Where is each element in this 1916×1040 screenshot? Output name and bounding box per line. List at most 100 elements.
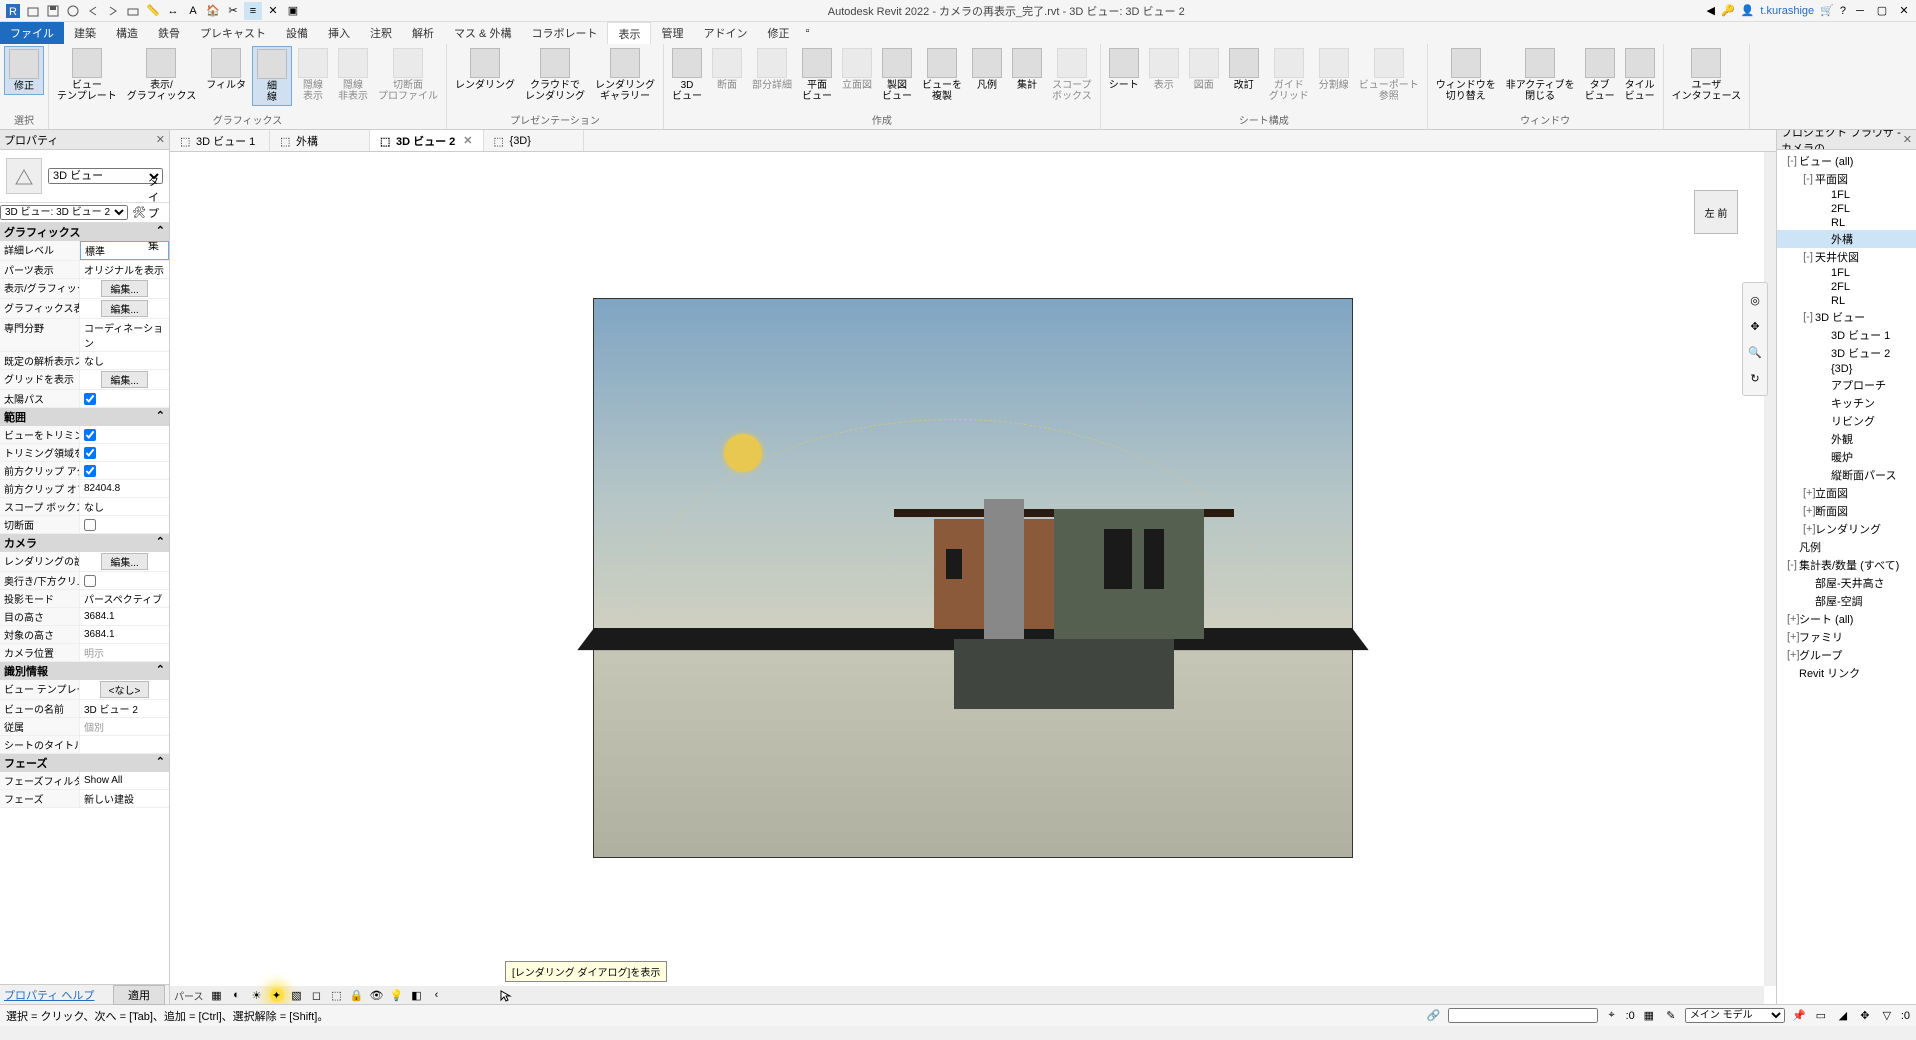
tab-挿入[interactable]: 挿入 (318, 22, 360, 44)
tree-toggle[interactable]: [-] (1803, 173, 1813, 185)
sync-icon[interactable] (64, 2, 82, 20)
back-icon[interactable]: ◀ (1706, 4, 1714, 17)
sun-settings-icon[interactable]: ☀ (250, 988, 264, 1002)
tab-解析[interactable]: 解析 (402, 22, 444, 44)
ribbon-レンダリング[interactable]: レンダリング (451, 46, 519, 93)
tree-node-3D ビュー 1[interactable]: 3D ビュー 1 (1777, 326, 1916, 344)
tree-node-Revit リンク[interactable]: Revit リンク (1777, 664, 1916, 682)
tree-toggle[interactable]: [+] (1803, 523, 1813, 535)
prop-value[interactable]: 3D ビュー 2 (80, 700, 169, 717)
tree-node-キッチン[interactable]: キッチン (1777, 394, 1916, 412)
ribbon-シート[interactable]: シート (1105, 46, 1143, 93)
tree-toggle[interactable]: [-] (1787, 559, 1797, 571)
type-thumbnail-icon[interactable] (6, 158, 42, 194)
user-name[interactable]: t.kurashige (1760, 5, 1814, 17)
worksets-icon[interactable]: ▦ (1641, 1008, 1657, 1024)
tab-構造[interactable]: 構造 (106, 22, 148, 44)
default3d-icon[interactable]: 🏠 (204, 2, 222, 20)
tree-toggle[interactable]: [-] (1803, 311, 1813, 323)
prop-value[interactable]: 3684.1 (80, 626, 169, 643)
prop-value[interactable]: 標準 (80, 241, 169, 260)
ribbon-修正[interactable]: 修正 (4, 46, 44, 95)
tree-node-2FL[interactable]: 2FL (1777, 280, 1916, 294)
tree-toggle[interactable]: [+] (1803, 487, 1813, 499)
prop-value[interactable] (80, 426, 169, 443)
ribbon-ユーザ-インタフェース[interactable]: ユーザインタフェース (1668, 46, 1746, 104)
tree-toggle[interactable]: [+] (1787, 649, 1797, 661)
measure-icon[interactable]: 📏 (144, 2, 162, 20)
filter-icon[interactable]: ▽ (1879, 1008, 1895, 1024)
tab-file[interactable]: ファイル (0, 22, 64, 44)
select-links-icon[interactable]: 🔗 (1426, 1008, 1442, 1024)
favorite-icon[interactable]: 🛒 (1820, 4, 1834, 17)
revit-logo[interactable]: R (4, 2, 22, 20)
tab-マス & 外構[interactable]: マス & 外構 (444, 22, 521, 44)
maximize-button[interactable]: ▢ (1874, 4, 1890, 18)
tree-node-凡例[interactable]: 凡例 (1777, 538, 1916, 556)
help-icon[interactable]: ? (1840, 5, 1846, 17)
close-button[interactable]: ✕ (1896, 4, 1912, 18)
undo-icon[interactable] (84, 2, 102, 20)
view-tab-close[interactable]: ✕ (463, 134, 472, 147)
tree-node-天井伏図[interactable]: [-]天井伏図 (1777, 248, 1916, 266)
prop-group-カメラ[interactable]: カメラ⌃ (0, 534, 169, 552)
prop-value[interactable]: 新しい建設 (80, 790, 169, 807)
ribbon-ビュー-テンプレート[interactable]: ビューテンプレート (53, 46, 121, 104)
ribbon-レンダリング-ギャラリー[interactable]: レンダリングギャラリー (591, 46, 659, 104)
crop-region-icon[interactable]: ⬚ (330, 988, 344, 1002)
instance-filter[interactable]: 3D ビュー: 3D ビュー 2 (0, 205, 128, 220)
ribbon-3D-ビュー[interactable]: 3Dビュー (668, 46, 706, 104)
building-model[interactable] (854, 499, 1214, 719)
properties-help-link[interactable]: プロパティ ヘルプ (4, 987, 94, 1003)
section-icon[interactable]: ✂ (224, 2, 242, 20)
tab-表示[interactable]: 表示 (607, 22, 651, 44)
sun-icon[interactable] (724, 434, 762, 472)
tree-node-暖炉[interactable]: 暖炉 (1777, 448, 1916, 466)
tab-管理[interactable]: 管理 (651, 22, 693, 44)
detail-level-icon[interactable]: ▦ (210, 988, 224, 1002)
open-icon[interactable] (24, 2, 42, 20)
viewport-scrollbar-v[interactable] (1764, 152, 1776, 986)
tree-node-ビュー (all)[interactable]: [-]ビュー (all) (1777, 152, 1916, 170)
user-icon[interactable]: 👤 (1741, 4, 1755, 17)
prop-value[interactable] (80, 736, 169, 753)
ribbon-ウィンドウを-切り替え[interactable]: ウィンドウを切り替え (1432, 46, 1500, 104)
view-tab-{3D}[interactable]: ⬚{3D} (484, 130, 584, 151)
shadows-icon[interactable]: ▧ (290, 988, 304, 1002)
lock3d-icon[interactable]: 🔒 (350, 988, 364, 1002)
ribbon-改訂[interactable]: 改訂 (1225, 46, 1263, 93)
tree-node-1FL[interactable]: 1FL (1777, 188, 1916, 202)
view-tab-外構[interactable]: ⬚外構 (270, 130, 370, 151)
steering-wheel-icon[interactable]: ◎ (1743, 287, 1767, 313)
view-tab-3D ビュー 2[interactable]: ⬚3D ビュー 2✕ (370, 130, 484, 151)
drag-icon[interactable]: ✥ (1857, 1008, 1873, 1024)
select-elements-icon[interactable]: ▭ (1813, 1008, 1829, 1024)
tree-toggle[interactable]: [+] (1787, 613, 1797, 625)
view-tab-3D ビュー 1[interactable]: ⬚3D ビュー 1 (170, 130, 270, 151)
infocenter-icon[interactable]: 🔑 (1721, 4, 1735, 17)
prop-value[interactable]: Show All (80, 772, 169, 789)
status-search-input[interactable] (1448, 1008, 1598, 1023)
visual-style-icon[interactable]: ◐ (230, 988, 244, 1002)
prop-value[interactable]: <なし> (80, 680, 169, 699)
tree-node-3D ビュー 2[interactable]: 3D ビュー 2 (1777, 344, 1916, 362)
worksharing-icon[interactable]: ◧ (410, 988, 424, 1002)
tree-node-外観[interactable]: 外観 (1777, 430, 1916, 448)
tree-node-シート (all)[interactable]: [+]シート (all) (1777, 610, 1916, 628)
apply-button[interactable]: 適用 (113, 985, 165, 1005)
tree-toggle[interactable]: [-] (1803, 251, 1813, 263)
tree-node-3D ビュー[interactable]: [-]3D ビュー (1777, 308, 1916, 326)
model-selector[interactable]: メイン モデル (1685, 1008, 1785, 1023)
prop-value[interactable]: なし (80, 498, 169, 515)
prop-value[interactable]: 編集... (80, 552, 169, 571)
ribbon-集計[interactable]: 集計 (1008, 46, 1046, 93)
prop-value[interactable]: コーディネーション (80, 319, 169, 351)
tab-建築[interactable]: 建築 (64, 22, 106, 44)
tree-node-{3D}[interactable]: {3D} (1777, 362, 1916, 376)
tree-node-2FL[interactable]: 2FL (1777, 202, 1916, 216)
select-pinned-icon[interactable]: 📌 (1791, 1008, 1807, 1024)
tab-プレキャスト[interactable]: プレキャスト (190, 22, 276, 44)
prop-value[interactable]: オリジナルを表示 (80, 261, 169, 278)
tree-node-グループ[interactable]: [+]グループ (1777, 646, 1916, 664)
tree-node-リビング[interactable]: リビング (1777, 412, 1916, 430)
